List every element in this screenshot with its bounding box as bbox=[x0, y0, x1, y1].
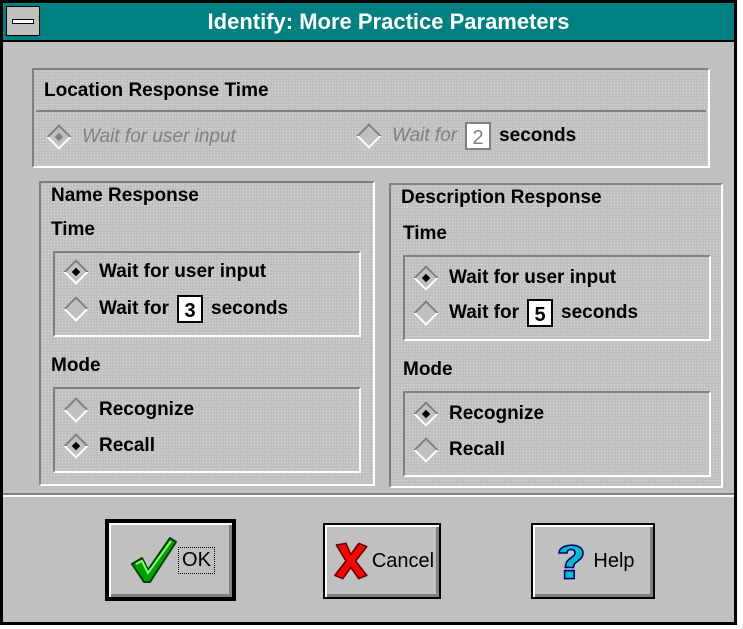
description-recognize-option[interactable]: Recognize bbox=[413, 401, 545, 427]
description-response-panel: Description Response Time Wait for user … bbox=[389, 183, 723, 488]
name-seconds-input[interactable]: 3 bbox=[177, 295, 204, 323]
description-mode-heading: Mode bbox=[403, 359, 453, 380]
location-wait-input-option[interactable]: Wait for user input bbox=[46, 124, 236, 150]
question-mark-icon bbox=[558, 544, 585, 580]
name-time-heading: Time bbox=[51, 219, 96, 240]
name-wait-for-label: Wait for bbox=[99, 298, 170, 319]
checkmark-icon bbox=[131, 537, 178, 583]
name-recall-radio[interactable] bbox=[63, 433, 89, 459]
name-seconds-label: seconds bbox=[211, 298, 289, 319]
description-seconds-input[interactable]: 5 bbox=[527, 299, 554, 327]
button-area-divider bbox=[3, 493, 734, 497]
location-wait-for-label: Wait for bbox=[392, 125, 458, 146]
name-wait-input-radio[interactable] bbox=[63, 259, 89, 285]
description-recall-label: Recall bbox=[449, 439, 505, 460]
location-seconds-input[interactable]: 2 bbox=[465, 122, 492, 150]
name-time-group: Wait for user input Wait for 3 seconds bbox=[53, 251, 361, 337]
location-seconds-label: seconds bbox=[499, 125, 577, 146]
description-recognize-radio[interactable] bbox=[413, 401, 439, 427]
location-response-heading: Location Response Time bbox=[44, 80, 269, 101]
help-label: Help bbox=[593, 549, 635, 572]
description-wait-input-label: Wait for user input bbox=[449, 267, 617, 288]
cancel-x-icon bbox=[333, 542, 368, 580]
name-mode-group: Recognize Recall bbox=[53, 387, 361, 473]
name-recognize-option[interactable]: Recognize bbox=[63, 397, 195, 423]
name-response-heading: Name Response bbox=[51, 185, 199, 206]
location-wait-input-radio[interactable] bbox=[46, 124, 72, 150]
name-recall-option[interactable]: Recall bbox=[63, 433, 155, 459]
location-wait-input-label: Wait for user input bbox=[82, 126, 236, 147]
dialog-window: Identify: More Practice Parameters Locat… bbox=[0, 0, 737, 625]
cancel-label: Cancel bbox=[371, 549, 435, 572]
location-time-group: Wait for user input Wait for 2 seconds bbox=[36, 110, 706, 164]
description-wait-for-option[interactable]: Wait for 5 seconds bbox=[413, 299, 638, 327]
description-seconds-label: seconds bbox=[561, 302, 639, 323]
name-response-panel: Name Response Time Wait for user input W… bbox=[39, 181, 375, 486]
title-bar: Identify: More Practice Parameters bbox=[3, 3, 734, 42]
description-wait-input-radio[interactable] bbox=[413, 265, 439, 291]
ok-label: OK bbox=[178, 546, 215, 574]
name-wait-input-option[interactable]: Wait for user input bbox=[63, 259, 267, 285]
name-wait-for-radio[interactable] bbox=[63, 296, 89, 322]
name-wait-input-label: Wait for user input bbox=[99, 261, 267, 282]
description-recall-option[interactable]: Recall bbox=[413, 437, 505, 463]
name-recall-label: Recall bbox=[99, 435, 155, 456]
name-mode-heading: Mode bbox=[51, 355, 101, 376]
window-title: Identify: More Practice Parameters bbox=[207, 9, 570, 34]
cancel-button[interactable]: Cancel bbox=[323, 523, 441, 599]
ok-button[interactable]: OK bbox=[105, 519, 236, 601]
location-wait-for-radio[interactable] bbox=[356, 123, 382, 149]
description-wait-for-label: Wait for bbox=[449, 302, 520, 323]
name-recognize-radio[interactable] bbox=[63, 397, 89, 423]
name-recognize-label: Recognize bbox=[99, 399, 195, 420]
description-recognize-label: Recognize bbox=[449, 403, 545, 424]
description-time-group: Wait for user input Wait for 5 seconds bbox=[403, 255, 711, 341]
location-wait-for-option[interactable]: Wait for 2 seconds bbox=[356, 122, 576, 150]
description-time-heading: Time bbox=[403, 223, 448, 244]
system-menu-icon[interactable] bbox=[6, 6, 40, 36]
description-mode-group: Recognize Recall bbox=[403, 391, 711, 477]
location-response-panel: Location Response Time Wait for user inp… bbox=[32, 68, 710, 168]
name-wait-for-option[interactable]: Wait for 3 seconds bbox=[63, 295, 288, 323]
description-wait-input-option[interactable]: Wait for user input bbox=[413, 265, 617, 291]
description-response-heading: Description Response bbox=[401, 187, 602, 208]
description-wait-for-radio[interactable] bbox=[413, 300, 439, 326]
description-recall-radio[interactable] bbox=[413, 437, 439, 463]
help-button[interactable]: Help bbox=[531, 523, 655, 599]
